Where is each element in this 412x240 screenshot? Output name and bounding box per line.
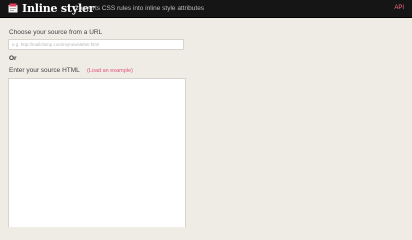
source-url-input[interactable] [8, 39, 184, 50]
top-bar: Inline styler Converts CSS rules into in… [0, 0, 412, 18]
api-link[interactable]: API [394, 2, 404, 15]
load-example-link[interactable]: (Load an example) [87, 67, 133, 76]
or-separator-label: Or [9, 55, 17, 62]
app-tagline: Converts CSS rules into inline style att… [74, 5, 205, 12]
newspaper-logo-icon[interactable] [8, 3, 18, 13]
url-source-label: Choose your source from a URL [9, 29, 103, 36]
html-source-label: Enter your source HTML [9, 67, 80, 74]
source-html-textarea[interactable] [8, 78, 186, 227]
